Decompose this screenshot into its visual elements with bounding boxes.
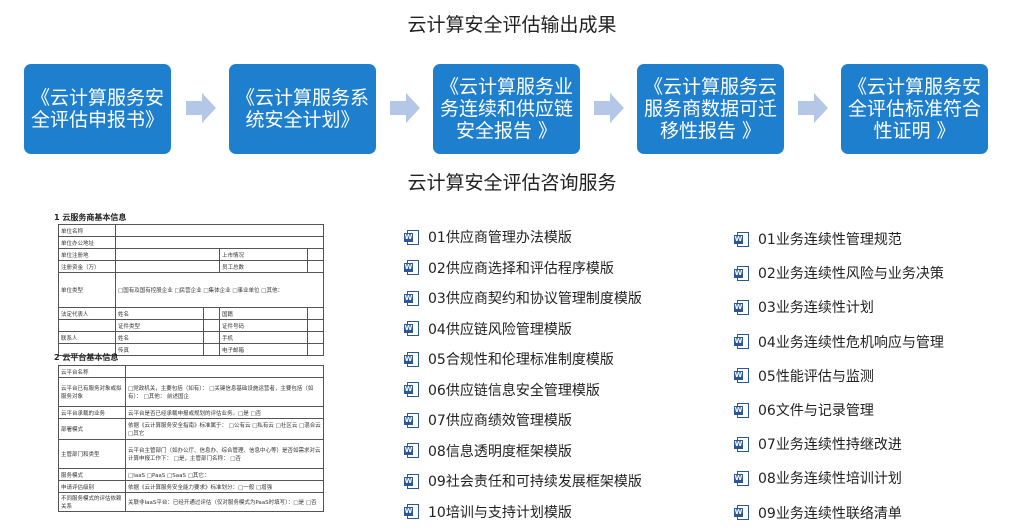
list-item[interactable]: W 05性能评估与监测 (734, 359, 944, 393)
list-item[interactable]: W 02供应商选择和评估程序模版 (404, 253, 642, 284)
word-document-icon: W (734, 334, 749, 350)
section-heading: 1 云服务商基本信息 (54, 213, 127, 222)
list-item[interactable]: W 07供应商绩效管理模版 (404, 405, 642, 436)
list-item[interactable]: W 03业务连续性计划 (734, 290, 944, 324)
list-item[interactable]: W 02业务连续性风险与业务决策 (734, 256, 944, 290)
word-document-icon: W (404, 382, 419, 398)
word-document-icon: W (734, 231, 749, 247)
right-arrow-icon (594, 93, 624, 123)
list-item[interactable]: W 06供应链信息安全管理模版 (404, 375, 642, 406)
word-document-icon: W (734, 402, 749, 418)
list-item[interactable]: W 01供应商管理办法模版 (404, 222, 642, 253)
list-item[interactable]: W 09社会责任和可持续发展框架模版 (404, 466, 642, 497)
word-document-icon: W (404, 290, 419, 306)
consulting-services-title: 云计算安全评估咨询服务 (407, 172, 617, 194)
word-document-icon: W (734, 470, 749, 486)
deliverables-flow: 《云计算服务安全评估申报书》 《云计算服务系统安全计划》 《云计算服务业务连续和… (24, 64, 994, 156)
supply-chain-template-list: W 01供应商管理办法模版 W 02供应商选择和评估程序模版 W 03供应商契约和协议… (404, 222, 642, 527)
form-document-preview: 1 云服务商基本信息 单位名称 单位办公地址 单位注册地 上市情况 注册资金（万）… (52, 212, 327, 528)
list-item[interactable]: W 08业务连续性培训计划 (734, 461, 944, 495)
flow-step-continuity-report: 《云计算服务业务连续和供应链安全报告 》 (433, 64, 580, 154)
business-continuity-list: W 01业务连续性管理规范 W 02业务连续性风险与业务决策 W 03业务连续性计划 … (734, 222, 944, 530)
word-document-icon: W (734, 368, 749, 384)
list-item[interactable]: W 10培训与支持计划模版 (404, 497, 642, 528)
output-results-title: 云计算安全评估输出成果 (407, 14, 617, 36)
flow-step-compliance-cert: 《云计算服务安全评估标准符合性证明 》 (841, 64, 988, 154)
list-item[interactable]: W 01业务连续性管理规范 (734, 222, 944, 256)
word-document-icon: W (734, 265, 749, 281)
word-document-icon: W (404, 412, 419, 428)
list-item[interactable]: W 03供应商契约和协议管理制度模版 (404, 283, 642, 314)
word-document-icon: W (734, 299, 749, 315)
list-item[interactable]: W 08信息透明度框架模版 (404, 436, 642, 467)
right-arrow-icon (798, 93, 828, 123)
word-document-icon: W (404, 351, 419, 367)
word-document-icon: W (404, 443, 419, 459)
right-arrow-icon (186, 93, 216, 123)
flow-step-security-plan: 《云计算服务系统安全计划》 (229, 64, 376, 154)
word-document-icon: W (404, 321, 419, 337)
word-document-icon: W (404, 473, 419, 489)
list-item[interactable]: W 07业务连续性持继改进 (734, 427, 944, 461)
platform-info-table: 云平台名称 云平台已有服务对象或拟服务对象 □党政机关，主要包括（如有）： □关键… (58, 365, 324, 512)
word-document-icon: W (404, 260, 419, 276)
list-item[interactable]: W 05合规性和伦理标准制度模版 (404, 344, 642, 375)
word-document-icon: W (404, 504, 419, 520)
section-heading: 2 云平台基本信息 (54, 353, 119, 362)
list-item[interactable]: W 04供应链风险管理模版 (404, 314, 642, 345)
list-item[interactable]: W 09业务连续性联络清单 (734, 496, 944, 530)
word-document-icon: W (404, 229, 419, 245)
flow-step-application: 《云计算服务安全评估申报书》 (24, 64, 171, 154)
right-arrow-icon (390, 93, 420, 123)
flow-step-portability-report: 《云计算服务云服务商数据可迁移性报告 》 (637, 64, 784, 154)
list-item[interactable]: W 04业务连续性危机响应与管理 (734, 325, 944, 359)
list-item[interactable]: W 06文件与记录管理 (734, 393, 944, 427)
word-document-icon: W (734, 436, 749, 452)
word-document-icon: W (734, 505, 749, 521)
provider-info-table: 单位名称 单位办公地址 单位注册地 上市情况 注册资金（万） 员工总数 单位类型 □国… (58, 224, 325, 356)
